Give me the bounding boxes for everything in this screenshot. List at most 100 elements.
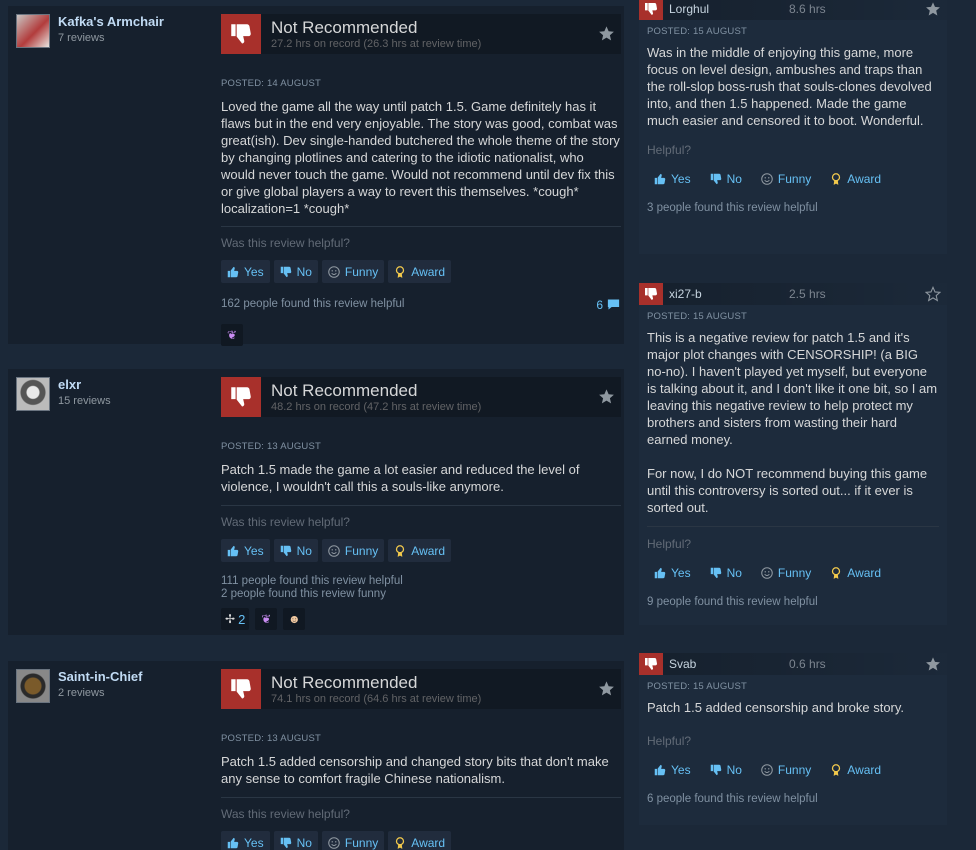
vote-header[interactable]: Not Recommended 48.2 hrs on record (47.2… bbox=[221, 377, 621, 417]
vote-header[interactable]: Not Recommended 27.2 hrs on record (26.3… bbox=[221, 14, 621, 54]
review-text-paragraph-2: For now, I do NOT recommend buying this … bbox=[647, 466, 928, 515]
yes-button[interactable]: Yes bbox=[647, 167, 695, 190]
author-review-count[interactable]: 2 reviews bbox=[58, 687, 143, 699]
award-button[interactable]: Award bbox=[819, 561, 885, 584]
star-icon[interactable] bbox=[598, 25, 615, 42]
author-name[interactable]: Lorghul bbox=[669, 2, 789, 16]
review-author[interactable]: elxr 15 reviews bbox=[16, 377, 111, 411]
review-card: Saint-in-Chief 2 reviews Not Recommended… bbox=[8, 661, 624, 850]
review-text: Patch 1.5 made the game a lot easier and… bbox=[221, 462, 580, 494]
divider bbox=[221, 226, 621, 227]
funny-label: Funny bbox=[777, 171, 812, 186]
no-button[interactable]: No bbox=[699, 758, 746, 781]
heart-award-icon: ❦ bbox=[226, 328, 238, 342]
thumbs-down-icon bbox=[221, 377, 261, 417]
posted-date: POSTED: 13 AUGUST bbox=[221, 733, 322, 744]
no-button[interactable]: No bbox=[699, 167, 746, 190]
funny-button[interactable]: Funny bbox=[750, 167, 815, 190]
comments-link[interactable]: 6 bbox=[596, 297, 621, 312]
yes-button[interactable]: Yes bbox=[221, 539, 270, 562]
review-card: Kafka's Armchair 7 reviews Not Recommend… bbox=[8, 6, 624, 346]
yes-button[interactable]: Yes bbox=[221, 831, 270, 850]
award-label: Award bbox=[411, 264, 446, 279]
funny-button[interactable]: Funny bbox=[321, 260, 385, 283]
thumbs-up-icon bbox=[653, 763, 667, 777]
vote-buttons: Yes No Funny Award bbox=[647, 561, 939, 584]
review-content: Not Recommended 48.2 hrs on record (47.2… bbox=[221, 377, 621, 630]
no-button[interactable]: No bbox=[273, 260, 318, 283]
review-author[interactable]: Kafka's Armchair 7 reviews bbox=[16, 14, 164, 48]
star-icon[interactable] bbox=[598, 680, 615, 697]
award-chip[interactable]: ☻ bbox=[283, 608, 306, 630]
helpful-question: Was this review helpful? bbox=[221, 807, 350, 821]
vote-buttons: Yes No Funny Award bbox=[221, 260, 621, 283]
thumbs-down-icon bbox=[639, 653, 663, 675]
award-label: Award bbox=[847, 762, 882, 777]
divider bbox=[647, 526, 939, 527]
star-icon[interactable] bbox=[925, 1, 941, 17]
no-label: No bbox=[726, 171, 742, 186]
thumbs-down-icon bbox=[279, 836, 293, 850]
review-text: Loved the game all the way until patch 1… bbox=[221, 99, 620, 216]
author-review-count[interactable]: 15 reviews bbox=[58, 395, 111, 407]
author-name[interactable]: Kafka's Armchair bbox=[58, 14, 164, 30]
author-name[interactable]: elxr bbox=[58, 377, 111, 393]
award-icon bbox=[393, 265, 407, 279]
no-label: No bbox=[296, 264, 312, 279]
small-review-card: xi27-b 2.5 hrs POSTED: 15 AUGUST This is… bbox=[639, 283, 947, 625]
award-chip[interactable]: ❦ bbox=[255, 608, 278, 630]
funny-button[interactable]: Funny bbox=[321, 831, 385, 850]
award-chip[interactable]: ❦ bbox=[221, 324, 243, 346]
thumbs-up-icon bbox=[653, 566, 667, 580]
yes-button[interactable]: Yes bbox=[647, 758, 695, 781]
funny-button[interactable]: Funny bbox=[750, 758, 815, 781]
award-button[interactable]: Award bbox=[819, 758, 885, 781]
helpful-question: Was this review helpful? bbox=[221, 236, 350, 250]
thumbs-up-icon bbox=[653, 172, 667, 186]
star-icon[interactable] bbox=[925, 286, 941, 302]
award-label: Award bbox=[411, 543, 446, 558]
hours-on-record: 27.2 hrs on record (26.3 hrs at review t… bbox=[271, 37, 482, 50]
no-button[interactable]: No bbox=[273, 539, 318, 562]
thumbs-down-icon bbox=[709, 763, 723, 777]
avatar[interactable] bbox=[16, 14, 50, 48]
helpful-count: 111 people found this review helpful bbox=[221, 575, 403, 587]
author-review-count[interactable]: 7 reviews bbox=[58, 32, 164, 44]
avatar[interactable] bbox=[16, 669, 50, 703]
thumbs-down-icon bbox=[279, 544, 293, 558]
hours-on-record: 8.6 hrs bbox=[789, 2, 826, 16]
award-icon bbox=[393, 836, 407, 850]
star-icon[interactable] bbox=[925, 656, 941, 672]
verdict-title: Not Recommended bbox=[271, 380, 418, 400]
author-name[interactable]: xi27-b bbox=[669, 287, 789, 301]
award-button[interactable]: Award bbox=[819, 167, 885, 190]
hours-on-record: 48.2 hrs on record (47.2 hrs at review t… bbox=[271, 400, 482, 413]
yes-button[interactable]: Yes bbox=[647, 561, 695, 584]
funny-count: 2 people found this review funny bbox=[221, 588, 386, 600]
award-button[interactable]: Award bbox=[388, 260, 452, 283]
helpful-count: 9 people found this review helpful bbox=[647, 596, 818, 608]
star-icon[interactable] bbox=[598, 388, 615, 405]
avatar[interactable] bbox=[16, 377, 50, 411]
award-icon bbox=[829, 763, 843, 777]
award-button[interactable]: Award bbox=[388, 831, 452, 850]
funny-button[interactable]: Funny bbox=[321, 539, 385, 562]
funny-button[interactable]: Funny bbox=[750, 561, 815, 584]
small-review-header[interactable]: Svab 0.6 hrs bbox=[639, 653, 947, 675]
author-name[interactable]: Svab bbox=[669, 657, 789, 671]
review-author[interactable]: Saint-in-Chief 2 reviews bbox=[16, 669, 143, 703]
verdict-title: Not Recommended bbox=[271, 672, 418, 692]
no-button[interactable]: No bbox=[699, 561, 746, 584]
small-review-header[interactable]: Lorghul 8.6 hrs bbox=[639, 0, 947, 20]
review-text: Was in the middle of enjoying this game,… bbox=[647, 45, 932, 128]
yes-label: Yes bbox=[244, 543, 264, 558]
smile-icon bbox=[327, 265, 341, 279]
no-button[interactable]: No bbox=[273, 831, 318, 850]
author-name[interactable]: Saint-in-Chief bbox=[58, 669, 143, 685]
award-chip[interactable]: ✢ 2 bbox=[221, 608, 250, 630]
yes-button[interactable]: Yes bbox=[221, 260, 270, 283]
award-button[interactable]: Award bbox=[388, 539, 452, 562]
vote-header[interactable]: Not Recommended 74.1 hrs on record (64.6… bbox=[221, 669, 621, 709]
small-review-header[interactable]: xi27-b 2.5 hrs bbox=[639, 283, 947, 305]
small-review-card: Svab 0.6 hrs POSTED: 15 AUGUST Patch 1.5… bbox=[639, 653, 947, 825]
